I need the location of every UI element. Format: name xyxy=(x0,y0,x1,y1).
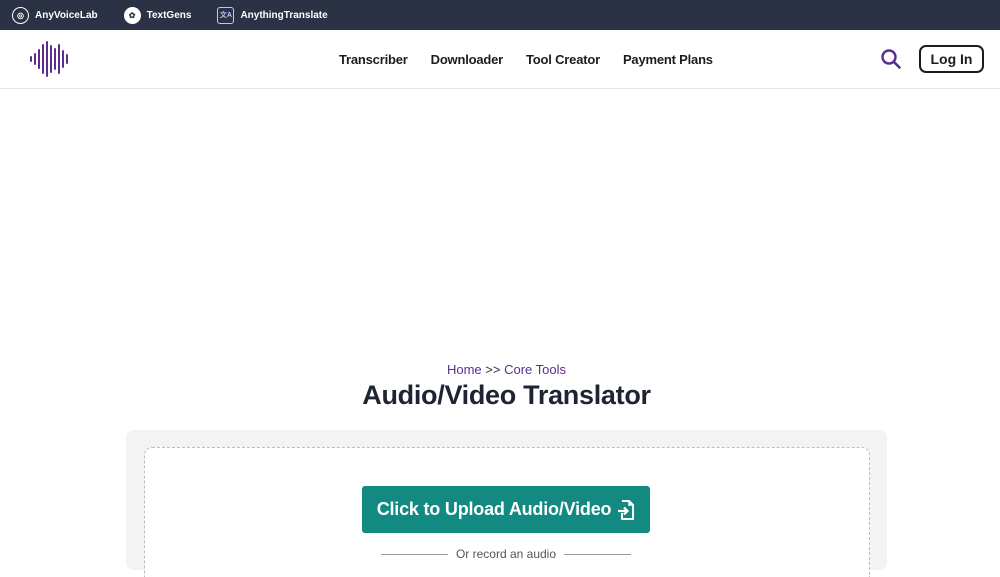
page-title: Audio/Video Translator xyxy=(362,380,651,410)
breadcrumb-separator: >> xyxy=(485,362,501,377)
brand-label: AnyVoiceLab xyxy=(35,9,98,21)
file-upload-icon xyxy=(618,499,635,520)
nav-payment-plans[interactable]: Payment Plans xyxy=(623,52,713,67)
divider-line xyxy=(564,553,631,555)
search-icon[interactable] xyxy=(880,48,902,70)
divider-line xyxy=(381,553,448,555)
nav-downloader[interactable]: Downloader xyxy=(431,52,504,67)
anyvoicelab-icon: ◎ xyxy=(12,6,29,24)
brand-anythingtranslate[interactable]: 文A AnythingTranslate xyxy=(217,6,328,24)
nav-tool-creator[interactable]: Tool Creator xyxy=(526,52,600,67)
translate-icon: 文A xyxy=(217,6,235,24)
nav-transcriber[interactable]: Transcriber xyxy=(339,52,408,67)
upload-button-label: Click to Upload Audio/Video xyxy=(376,499,612,519)
textgens-icon: ✿ xyxy=(123,6,141,24)
brand-textgens[interactable]: ✿ TextGens xyxy=(123,6,192,24)
breadcrumb-home[interactable]: Home xyxy=(447,362,482,377)
logo-waveform-icon[interactable] xyxy=(30,41,68,77)
brand-bar: ◎ AnyVoiceLab ✿ TextGens 文A AnythingTran… xyxy=(0,0,1000,30)
breadcrumb: Home >> Core Tools xyxy=(0,362,1000,377)
upload-button[interactable]: Click to Upload Audio/Video xyxy=(362,486,650,533)
record-audio-link[interactable]: Or record an audio xyxy=(448,547,564,561)
brand-label: TextGens xyxy=(146,9,192,21)
login-button[interactable]: Log In xyxy=(919,45,984,73)
breadcrumb-core-tools[interactable]: Core Tools xyxy=(504,362,566,377)
brand-label: AnythingTranslate xyxy=(240,9,328,21)
main-nav: Transcriber Downloader Tool Creator Paym… xyxy=(339,30,736,89)
brand-anyvoicelab[interactable]: ◎ AnyVoiceLab xyxy=(12,6,98,24)
site-header: Transcriber Downloader Tool Creator Paym… xyxy=(0,30,1000,89)
record-divider: Or record an audio xyxy=(381,547,631,561)
